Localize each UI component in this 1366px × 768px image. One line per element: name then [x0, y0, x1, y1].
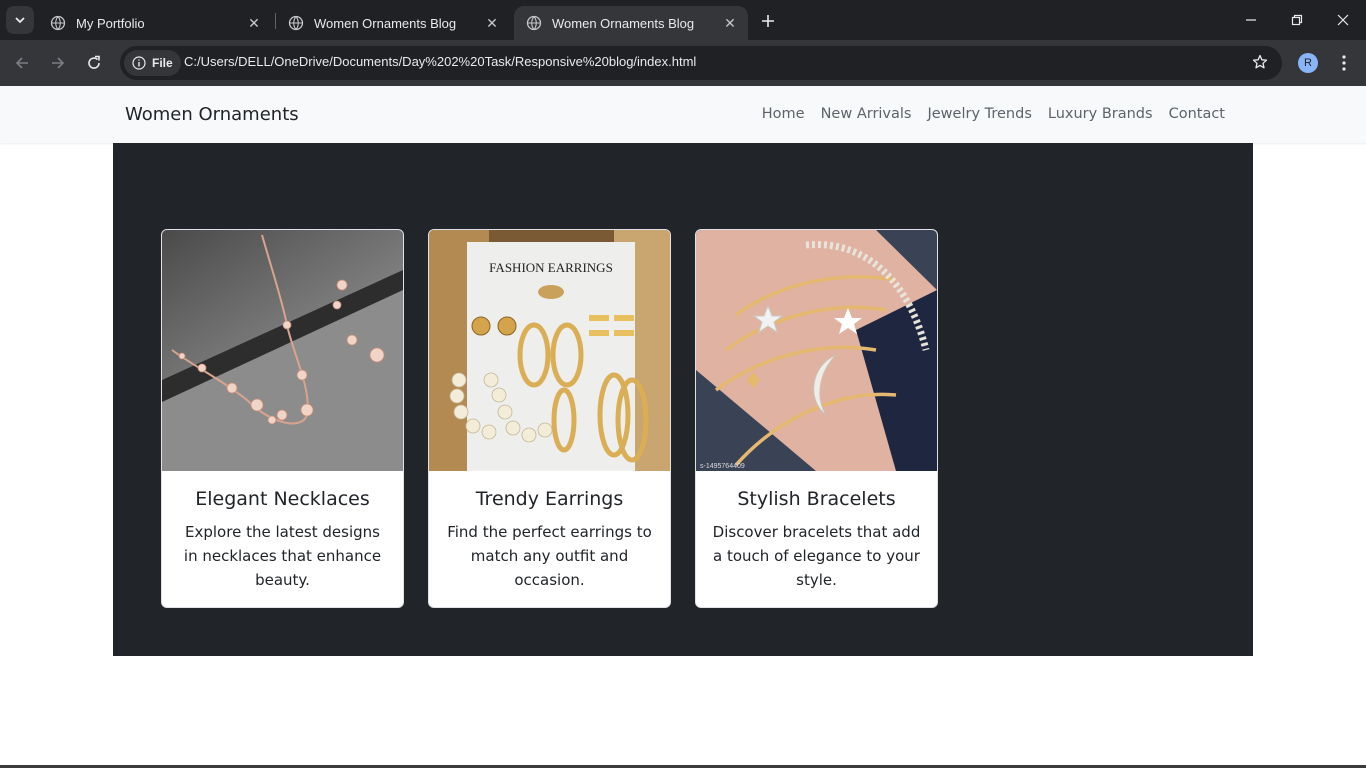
card-text: Discover bracelets that add a touch of e…: [712, 523, 921, 589]
minimize-button[interactable]: [1228, 0, 1274, 40]
tab-women-ornaments-1[interactable]: Women Ornaments Blog ✕: [276, 6, 510, 40]
nav-link-jewelry-trends[interactable]: Jewelry Trends: [919, 106, 1039, 122]
restore-icon: [1291, 14, 1303, 26]
chevron-down-icon: [15, 17, 25, 24]
card-necklaces[interactable]: Elegant Necklaces Explore the latest des…: [161, 229, 404, 608]
back-button[interactable]: [8, 49, 36, 77]
card-title: Stylish Bracelets: [737, 488, 896, 510]
tab-my-portfolio[interactable]: My Portfolio ✕: [38, 6, 272, 40]
globe-icon: [50, 15, 66, 31]
bookmark-star-icon[interactable]: [1252, 54, 1268, 70]
site-navbar: Women Ornaments Home New Arrivals Jewelr…: [0, 86, 1366, 143]
nav-link-contact[interactable]: Contact: [1161, 106, 1233, 122]
nav-link-home[interactable]: Home: [754, 106, 813, 122]
earrings-image: FASHION EARRINGS: [429, 230, 670, 471]
browser-tab-strip: My Portfolio ✕ Women Ornaments Blog ✕ Wo…: [0, 0, 1366, 40]
nav-link-luxury-brands[interactable]: Luxury Brands: [1040, 106, 1161, 122]
close-tab-icon[interactable]: ✕: [484, 15, 500, 31]
card-title: Trendy Earrings: [475, 488, 624, 510]
tab-title: Women Ornaments Blog: [552, 15, 695, 31]
close-icon: [1337, 14, 1349, 26]
card-text: Find the perfect earrings to match any o…: [447, 523, 652, 589]
nav-links: Home New Arrivals Jewelry Trends Luxury …: [754, 106, 1233, 122]
arrow-left-icon: [15, 57, 28, 69]
close-window-button[interactable]: [1320, 0, 1366, 40]
close-tab-icon[interactable]: ✕: [722, 15, 738, 31]
new-tab-button[interactable]: [756, 9, 780, 33]
address-bar[interactable]: File C:/Users/DELL/OneDrive/Documents/Da…: [120, 46, 1282, 80]
more-vertical-icon: [1342, 55, 1346, 71]
page-viewport: Women Ornaments Home New Arrivals Jewelr…: [0, 86, 1366, 768]
image-watermark: s-1495764409: [700, 463, 745, 470]
site-info-label: File: [152, 56, 173, 70]
url-text[interactable]: C:/Users/DELL/OneDrive/Documents/Day%202…: [184, 54, 696, 69]
bracelets-image: s-1495764409: [696, 230, 937, 471]
browser-toolbar: File C:/Users/DELL/OneDrive/Documents/Da…: [0, 40, 1366, 86]
earrings-card-label: FASHION EARRINGS: [489, 260, 613, 275]
card-bracelets[interactable]: s-1495764409 Stylish Bracelets Discover …: [695, 229, 938, 608]
necklace-image: [162, 230, 403, 471]
arrow-right-icon: [52, 57, 65, 69]
tab-title: Women Ornaments Blog: [314, 15, 457, 31]
info-icon: [132, 56, 146, 70]
tab-women-ornaments-active[interactable]: Women Ornaments Blog ✕: [514, 6, 748, 40]
minimize-icon: [1246, 19, 1256, 21]
forward-button[interactable]: [44, 49, 72, 77]
plus-icon: [762, 15, 774, 27]
tab-title: My Portfolio: [76, 15, 145, 31]
reload-icon: [88, 55, 100, 69]
site-info-chip[interactable]: File: [124, 50, 181, 76]
globe-icon: [288, 15, 304, 31]
site-brand[interactable]: Women Ornaments: [125, 104, 299, 125]
card-earrings[interactable]: FASHION EARRINGS Trendy Earrings Find th…: [428, 229, 671, 608]
card-text: Explore the latest designs in necklaces …: [183, 523, 382, 589]
restore-button[interactable]: [1274, 0, 1320, 40]
close-tab-icon[interactable]: ✕: [246, 15, 262, 31]
tab-search-button[interactable]: [6, 6, 34, 34]
reload-button[interactable]: [80, 49, 108, 77]
card-title: Elegant Necklaces: [195, 488, 370, 510]
featured-section: Elegant Necklaces Explore the latest des…: [113, 143, 1253, 656]
nav-link-new-arrivals[interactable]: New Arrivals: [813, 106, 920, 122]
menu-button[interactable]: [1334, 53, 1354, 73]
profile-avatar[interactable]: R: [1298, 53, 1318, 73]
globe-icon: [526, 15, 542, 31]
